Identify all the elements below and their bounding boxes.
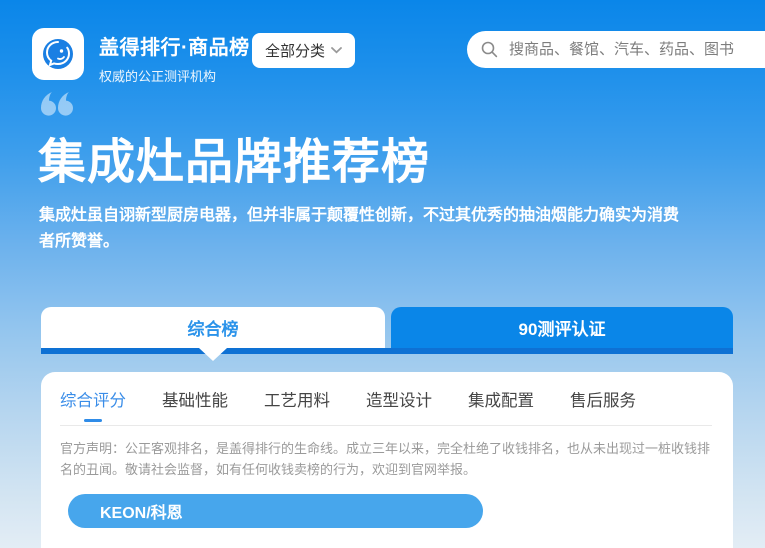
brand-item-label: KEON/科恩 — [100, 499, 183, 523]
subtab-craft-materials[interactable]: 工艺用料 — [264, 387, 330, 425]
subtab-basic-performance[interactable]: 基础性能 — [162, 387, 228, 425]
subtab-divider — [60, 425, 712, 426]
content-panel: 综合评分 基础性能 工艺用料 造型设计 集成配置 售后服务 官方声明：公正客观排… — [41, 372, 733, 548]
tab-90-certification[interactable]: 90测评认证 — [391, 307, 733, 348]
official-statement: 官方声明：公正客观排名，是盖得排行的生命线。成立三年以来，完全杜绝了收钱排名，也… — [60, 438, 712, 480]
tab-overall-ranking[interactable]: 综合榜 — [41, 307, 385, 348]
search-icon — [481, 41, 498, 58]
tab-overall-ranking-label: 综合榜 — [188, 315, 239, 340]
page-title: 集成灶品牌推荐榜 — [38, 138, 430, 188]
subtab-integrated-config[interactable]: 集成配置 — [468, 387, 534, 425]
chevron-down-icon — [331, 47, 342, 54]
page-description: 集成灶虽自诩新型厨房电器，但并非属于颠覆性创新，不过其优秀的抽油烟能力确实为消费… — [39, 203, 681, 255]
brand-item-keon[interactable]: KEON/科恩 — [68, 494, 483, 528]
open-quote-icon — [40, 92, 76, 123]
active-tab-notch — [199, 348, 227, 361]
subtab-bar: 综合评分 基础性能 工艺用料 造型设计 集成配置 售后服务 — [41, 372, 733, 425]
subtab-after-sales[interactable]: 售后服务 — [570, 387, 636, 425]
search-bar — [467, 31, 765, 68]
subtab-design[interactable]: 造型设计 — [366, 387, 432, 425]
category-dropdown-label: 全部分类 — [265, 40, 325, 61]
site-identity: 盖得排行·商品榜 权威的公正测评机构 — [99, 31, 250, 85]
search-input[interactable] — [507, 40, 765, 59]
page-background: { "header": { "logo": { "icon": "lion-lo… — [0, 0, 765, 548]
site-title: 盖得排行·商品榜 — [99, 31, 250, 60]
tab-90-certification-label: 90测评认证 — [519, 315, 606, 340]
category-dropdown-button[interactable]: 全部分类 — [252, 33, 355, 68]
lion-logo-icon — [40, 36, 76, 72]
site-logo[interactable] — [32, 28, 84, 80]
tab-underline-bar — [41, 348, 733, 354]
site-subtitle: 权威的公正测评机构 — [99, 66, 250, 85]
subtab-overall-score[interactable]: 综合评分 — [60, 387, 126, 425]
